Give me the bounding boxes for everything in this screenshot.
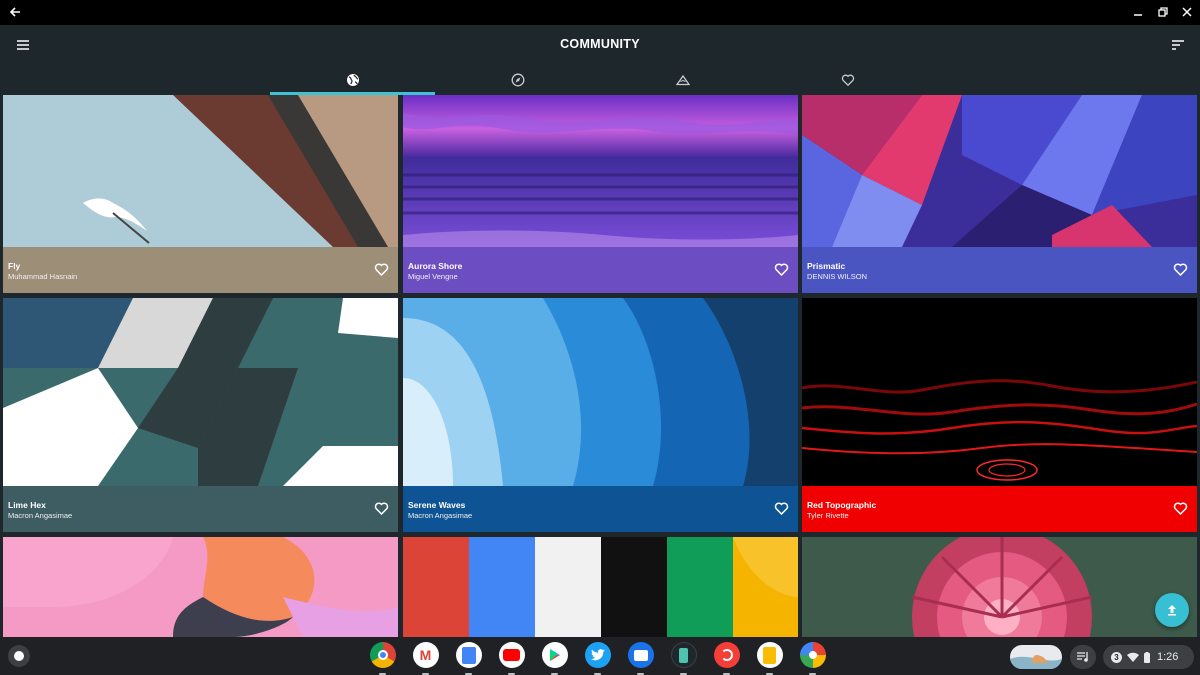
compass-icon <box>511 73 524 86</box>
wallpaper-name: Serene Waves <box>408 500 466 510</box>
wallpaper-thumbnail <box>802 298 1197 486</box>
wallpaper-info: Aurora Shore Miguel Vengne <box>403 247 798 293</box>
holding-space-thumbnail[interactable] <box>1010 645 1062 669</box>
wallpaper-thumbnail <box>3 95 398 247</box>
wallpaper-card[interactable]: Serene Waves Macron Angasimae <box>403 298 798 532</box>
clock: 1:26 <box>1157 651 1179 663</box>
page-title: COMMUNITY <box>560 37 640 51</box>
wallpaper-card[interactable]: Aurora Shore Miguel Vengne <box>403 95 798 293</box>
wallpaper-author: Miguel Vengne <box>408 272 458 281</box>
wallpaper-name: Lime Hex <box>8 500 46 510</box>
upload-icon <box>1168 605 1176 616</box>
pinned-apps: M <box>367 642 840 675</box>
keep-icon[interactable] <box>754 642 785 675</box>
wallpaper-thumbnail <box>403 298 798 486</box>
wallpaper-name: Prismatic <box>807 261 846 271</box>
wallpaper-name: Fly <box>8 261 21 271</box>
wallpaper-thumbnail <box>3 537 398 637</box>
pocket-casts-icon[interactable] <box>711 642 742 675</box>
heart-icon[interactable] <box>374 501 389 515</box>
tab-favorites[interactable] <box>765 67 930 95</box>
twitter-icon[interactable] <box>582 642 613 675</box>
wallpaper-card[interactable] <box>403 537 798 637</box>
wallpaper-thumbnail <box>3 298 398 486</box>
wallpaper-info: Red Topographic Tyler Rivette <box>802 486 1197 532</box>
wallpaper-author: Macron Angasimae <box>408 511 473 520</box>
chrome-icon[interactable] <box>367 642 398 675</box>
back-arrow-icon[interactable] <box>7 4 23 20</box>
heart-icon[interactable] <box>774 262 789 276</box>
heart-icon[interactable] <box>1173 501 1188 515</box>
media-controls-button[interactable] <box>1070 645 1096 669</box>
notification-count-badge: 3 <box>1111 651 1122 663</box>
wallpaper-card[interactable]: Red Topographic Tyler Rivette <box>802 298 1197 532</box>
close-icon[interactable] <box>1179 4 1195 20</box>
heart-icon[interactable] <box>1173 262 1188 276</box>
files-icon[interactable] <box>625 642 656 675</box>
tab-globe[interactable] <box>270 67 435 95</box>
wallpaper-thumbnail <box>403 537 798 637</box>
heart-icon <box>841 74 854 86</box>
wallpaper-thumbnail <box>403 95 798 247</box>
photos-icon[interactable] <box>797 642 828 675</box>
heart-icon[interactable] <box>774 501 789 515</box>
wallpaper-thumbnail <box>802 537 1197 637</box>
restore-icon[interactable] <box>1155 4 1171 20</box>
tab-compass[interactable] <box>435 67 600 95</box>
wallpaper-card[interactable]: Lime Hex Macron Angasimae <box>3 298 398 532</box>
status-area[interactable]: 3 1:26 <box>1103 645 1194 669</box>
app-bar: COMMUNITY <box>0 25 1200 95</box>
tab-mountain[interactable] <box>600 67 765 95</box>
wallpaper-info: Fly Muhammad Hasnain <box>3 247 398 293</box>
wallpaper-card[interactable]: Fly Muhammad Hasnain <box>3 95 398 293</box>
mountain-icon <box>675 74 690 85</box>
gmail-icon[interactable]: M <box>410 642 441 675</box>
globe-icon <box>346 73 359 86</box>
wallpaper-name: Aurora Shore <box>408 261 463 271</box>
wallpaper-info: Lime Hex Macron Angasimae <box>3 486 398 532</box>
youtube-icon[interactable] <box>496 642 527 675</box>
sort-icon[interactable] <box>1168 37 1188 53</box>
upload-button[interactable] <box>1155 593 1189 627</box>
wallpaper-card[interactable]: Prismatic DENNIS WILSON <box>802 95 1197 293</box>
docs-icon[interactable] <box>453 642 484 675</box>
music-queue-icon <box>1077 652 1088 662</box>
launcher-button[interactable] <box>8 645 30 667</box>
wallpaper-info: Serene Waves Macron Angasimae <box>403 486 798 532</box>
wallpaper-thumbnail <box>802 95 1197 247</box>
wallpaper-info: Prismatic DENNIS WILSON <box>802 247 1197 293</box>
wifi-icon <box>1127 652 1139 662</box>
wallpaper-card[interactable] <box>802 537 1197 637</box>
wallpaper-author: Tyler Rivette <box>807 511 849 520</box>
window-title-bar <box>0 0 1200 25</box>
wallpaper-author: Macron Angasimae <box>8 511 73 520</box>
wallpaper-grid: Fly Muhammad Hasnain Aurora Shore Miguel… <box>0 95 1200 637</box>
wallpaper-author: DENNIS WILSON <box>807 272 868 281</box>
play-store-icon[interactable] <box>539 642 570 675</box>
wallpaper-author: Muhammad Hasnain <box>8 272 78 281</box>
launcher-icon <box>14 651 24 661</box>
wallpaper-card[interactable] <box>3 537 398 637</box>
battery-icon <box>1144 651 1150 663</box>
tab-bar <box>270 67 930 95</box>
wallpaper-app-icon[interactable] <box>668 642 699 675</box>
minimize-icon[interactable] <box>1130 4 1146 20</box>
heart-icon[interactable] <box>374 262 389 276</box>
wallpaper-name: Red Topographic <box>807 500 877 510</box>
